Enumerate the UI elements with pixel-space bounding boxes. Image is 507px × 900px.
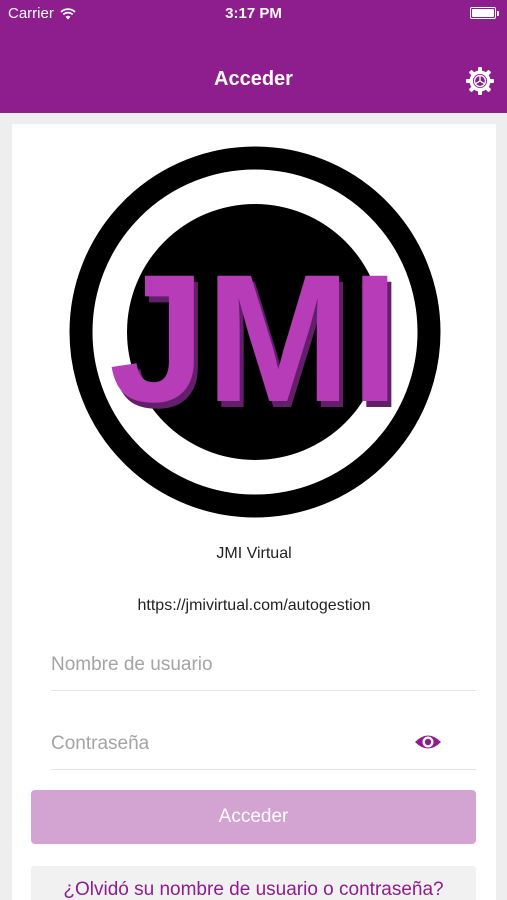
password-field-container (51, 718, 476, 770)
app-url: https://jmivirtual.com/autogestion (137, 597, 371, 614)
login-button[interactable]: Acceder (31, 790, 476, 844)
status-time: 3:17 PM (225, 5, 282, 22)
password-field[interactable] (51, 718, 476, 769)
logo-text: JMI (109, 236, 399, 440)
battery-icon (470, 7, 499, 19)
eye-icon[interactable] (414, 732, 442, 752)
app-header: Carrier 3:17 PM Acceder (0, 0, 507, 113)
username-field-container (51, 639, 476, 691)
gear-icon[interactable] (465, 66, 495, 96)
status-bar: Carrier 3:17 PM (0, 0, 507, 28)
app-name: JMI Virtual (216, 545, 292, 562)
login-card: JMI JMI JMI Virtual https://jmivirtual.c… (12, 124, 496, 900)
username-field[interactable] (51, 639, 476, 690)
jmi-logo: JMI JMI (69, 146, 441, 518)
forgot-credentials-link[interactable]: ¿Olvidó su nombre de usuario o contraseñ… (31, 866, 476, 900)
page-title: Acceder (214, 68, 293, 90)
